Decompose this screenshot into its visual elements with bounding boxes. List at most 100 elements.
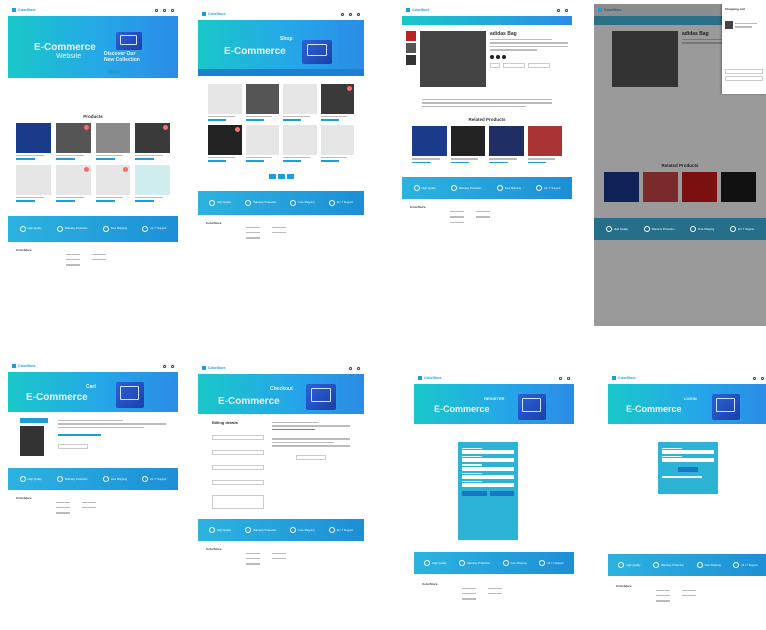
thumbnail[interactable] — [406, 31, 416, 41]
register-button[interactable] — [462, 490, 487, 496]
phone-field[interactable] — [462, 466, 514, 471]
product-card[interactable] — [16, 164, 51, 202]
view-cart-button[interactable] — [725, 69, 763, 74]
hero-title: E-Commerce — [224, 46, 286, 57]
first-name-field[interactable] — [212, 435, 264, 440]
heart-icon[interactable] — [349, 12, 352, 16]
heart-icon[interactable] — [163, 8, 166, 12]
logo[interactable]: ColorStore — [202, 12, 226, 16]
wishlist-button[interactable] — [528, 62, 550, 68]
product-card[interactable] — [283, 84, 317, 121]
password-field[interactable] — [662, 458, 714, 463]
quantity-stepper[interactable] — [490, 62, 500, 68]
product-image — [95, 164, 131, 195]
product-card[interactable] — [320, 124, 354, 162]
login-button[interactable] — [678, 467, 698, 473]
product-card[interactable] — [527, 126, 562, 164]
pagination — [198, 173, 364, 179]
country-select[interactable] — [212, 480, 264, 485]
place-order-button[interactable] — [296, 454, 326, 460]
product-card[interactable] — [55, 123, 91, 160]
confirm-password-field[interactable] — [462, 482, 514, 487]
features-bar: High Quality Warranty Protection Free Sh… — [8, 215, 178, 242]
product-name — [95, 155, 124, 157]
page-2-button[interactable] — [277, 173, 285, 179]
product-name — [95, 196, 124, 199]
logo[interactable]: ColorStore — [406, 8, 430, 12]
product-name — [135, 155, 164, 157]
username-field[interactable] — [462, 450, 514, 455]
search-icon[interactable] — [557, 8, 560, 12]
product-image — [16, 164, 51, 195]
register-link[interactable] — [662, 476, 702, 478]
cart-icon[interactable] — [171, 8, 174, 12]
filter-bar[interactable] — [198, 69, 364, 76]
product-card[interactable] — [245, 84, 279, 121]
checkout-button[interactable] — [725, 76, 763, 81]
logo[interactable]: ColorStore — [202, 366, 226, 370]
page-1-button[interactable] — [268, 173, 276, 179]
shop-now-button[interactable] — [108, 70, 120, 74]
search-icon[interactable] — [163, 364, 166, 368]
product-card[interactable] — [95, 164, 131, 202]
username-field[interactable] — [662, 450, 714, 455]
product-card[interactable] — [721, 172, 756, 202]
cart-tab[interactable] — [20, 418, 48, 423]
hero-product-image — [116, 382, 144, 408]
cart-icon[interactable] — [761, 376, 764, 380]
product-card[interactable] — [95, 123, 131, 160]
product-card[interactable] — [135, 164, 170, 202]
product-card[interactable] — [245, 124, 279, 162]
logo[interactable]: ColorStore — [598, 8, 622, 12]
cart-icon[interactable] — [357, 366, 360, 370]
thumbnail[interactable] — [406, 55, 416, 65]
product-card[interactable] — [55, 164, 91, 202]
color-options[interactable] — [490, 54, 568, 59]
address-field[interactable] — [212, 465, 264, 470]
product-detail: adidas Bag — [402, 25, 572, 93]
password-field[interactable] — [462, 474, 514, 479]
logo[interactable]: ColorStore — [612, 376, 636, 380]
product-card[interactable] — [682, 172, 717, 202]
logo[interactable]: ColorStore — [12, 8, 36, 12]
hero-title: E-Commerce — [626, 404, 682, 414]
product-card[interactable] — [320, 84, 354, 121]
cart-icon[interactable] — [565, 8, 568, 12]
last-name-field[interactable] — [212, 450, 264, 455]
product-card[interactable] — [135, 123, 170, 160]
cancel-button[interactable] — [489, 490, 514, 496]
cart-icon[interactable] — [567, 376, 570, 380]
product-card[interactable] — [643, 172, 678, 202]
logo-icon — [12, 8, 16, 12]
logo[interactable]: ColorStore — [418, 376, 442, 380]
search-icon[interactable] — [341, 12, 344, 16]
search-icon[interactable] — [753, 376, 756, 380]
notes-field[interactable] — [212, 495, 264, 509]
add-to-cart-button[interactable] — [503, 62, 525, 68]
update-cart-button[interactable] — [58, 443, 88, 449]
product-card[interactable] — [283, 124, 317, 162]
email-field[interactable] — [462, 458, 514, 463]
product-price — [55, 200, 75, 202]
product-price — [16, 158, 36, 160]
product-card[interactable] — [604, 172, 639, 202]
logo[interactable]: ColorStore — [12, 364, 36, 368]
thumbnail[interactable] — [406, 43, 416, 53]
product-card[interactable] — [16, 123, 51, 160]
hero-tag: LOGIN — [684, 396, 697, 401]
features-bar: High Quality Warranty Protection Free Sh… — [594, 218, 766, 240]
search-icon[interactable] — [155, 8, 158, 12]
cart-icon[interactable] — [357, 12, 360, 16]
cart-icon[interactable] — [171, 364, 174, 368]
checkout-page: ColorStore E-Commerce Checkout Billing d… — [198, 362, 364, 630]
search-icon[interactable] — [559, 376, 562, 380]
features-bar: High Quality Warranty Protection Free Sh… — [414, 552, 574, 574]
product-card[interactable] — [489, 126, 524, 164]
search-icon[interactable] — [349, 366, 352, 370]
product-card[interactable] — [208, 84, 242, 121]
product-card[interactable] — [208, 124, 242, 162]
product-card[interactable] — [450, 126, 485, 164]
product-card[interactable] — [412, 126, 447, 164]
page-3-button[interactable] — [286, 173, 294, 179]
footer: ColorStore — [8, 490, 178, 524]
